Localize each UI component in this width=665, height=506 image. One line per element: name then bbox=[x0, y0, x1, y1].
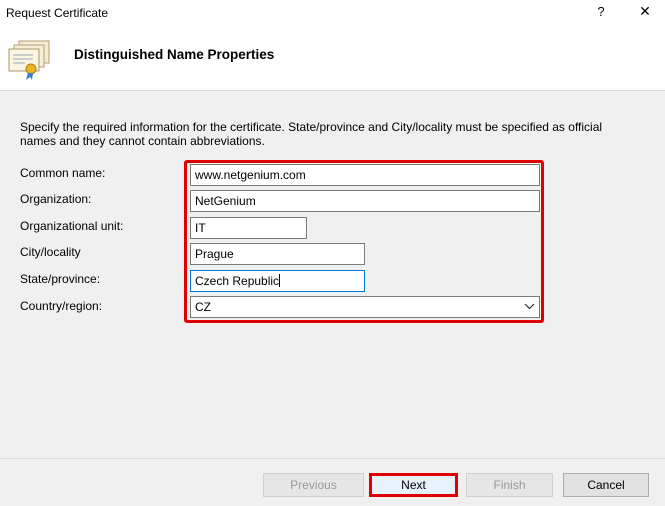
next-button[interactable]: Next bbox=[369, 473, 458, 497]
close-button[interactable]: ✕ bbox=[633, 3, 657, 23]
previous-button[interactable]: Previous bbox=[263, 473, 364, 497]
help-button[interactable]: ? bbox=[591, 4, 611, 22]
page-title: Distinguished Name Properties bbox=[74, 47, 275, 62]
common-name-label: Common name: bbox=[20, 166, 106, 180]
organization-label: Organization: bbox=[20, 192, 92, 206]
organizational-unit-label: Organizational unit: bbox=[20, 219, 124, 233]
wizard-header: Distinguished Name Properties bbox=[0, 28, 665, 91]
country-label: Country/region: bbox=[20, 299, 103, 313]
instructions-text: Specify the required information for the… bbox=[20, 120, 603, 148]
finish-button[interactable]: Finish bbox=[466, 473, 553, 497]
window-title: Request Certificate bbox=[6, 6, 109, 20]
city-label: City/locality bbox=[20, 245, 81, 259]
state-label: State/province: bbox=[20, 272, 101, 286]
footer-divider bbox=[0, 458, 665, 459]
fields-highlight-box bbox=[184, 160, 544, 323]
title-bar: Request Certificate ? ✕ bbox=[0, 0, 665, 28]
certificate-icon bbox=[8, 40, 50, 80]
cancel-button[interactable]: Cancel bbox=[563, 473, 649, 497]
